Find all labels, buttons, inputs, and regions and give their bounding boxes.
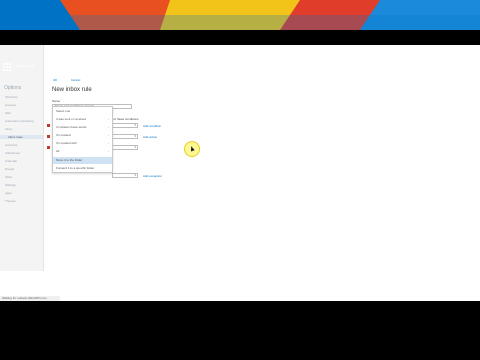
dropdown-item-label: Select one [56,109,71,113]
rail-item-other[interactable]: Other [5,175,13,179]
rail-item-general[interactable]: General [5,103,16,107]
left-rail: Options Shortcuts General Mail Automatic… [0,45,44,271]
remove-condition-1-icon[interactable] [47,124,50,127]
ok-button[interactable]: OK [53,78,57,82]
chevron-right-icon: › [108,117,109,121]
dropdown-item[interactable]: It's marked with › [53,140,112,147]
rail-item-inbox-rules[interactable]: Inbox rules [0,135,43,139]
chevron-right-icon: › [108,125,109,129]
dropdown-item-label: It's marked with [56,141,77,145]
dropdown-item[interactable]: Forward it to a specific folder [53,165,112,172]
dropdown-item-label: Move it to the folder [56,158,83,162]
rail-item-shortcuts[interactable]: Shortcuts [5,95,18,99]
status-bar: Waiting for outlook.office365.com... [0,296,60,301]
page-title: New inbox rule [52,87,92,93]
settings-icon[interactable] [402,63,407,68]
chevron-down-icon: ▾ [134,173,136,177]
chevron-right-icon: › [108,133,109,137]
dropdown-item-label: It was sent or received [56,117,87,121]
dropdown-item-label: It includes these words [56,125,87,129]
rail-item-calendar[interactable]: Calendar [5,159,17,163]
rail-item-accounts[interactable]: Accounts [5,143,17,147]
rail-item-people[interactable]: People [5,167,14,171]
exception-select[interactable]: ▾ [112,173,138,178]
dropdown-item-label: Forward it to a specific folder [56,166,95,170]
add-condition-link[interactable]: Add condition [143,124,161,128]
top-banner [0,0,480,30]
add-exception-link[interactable]: Add exception [143,174,162,178]
rail-item-attachment[interactable]: Attachment [5,151,20,155]
chevron-down-icon: ▾ [134,145,136,149]
dropdown-item-label: It's marked [56,133,71,137]
rail-heading: Options [4,85,22,91]
dropdown-item[interactable]: It was sent or received › [53,116,112,123]
name-label: Name [52,99,61,103]
rail-item-settings[interactable]: Settings [5,183,16,187]
chevron-right-icon: › [108,149,109,153]
dropdown-item[interactable]: It includes these words › [53,124,112,131]
avatar[interactable] [465,63,470,68]
banner-graphic [0,0,480,30]
chevron-down-icon: ▾ [134,123,136,127]
notifications-icon[interactable] [391,63,396,68]
app-launcher-icon[interactable] [3,63,11,71]
rail-item-automatic-processing[interactable]: Automatic processing [5,119,34,123]
dropdown-item-highlighted[interactable]: Move it to the folder [53,157,112,164]
dropdown-item[interactable]: Select one [53,108,112,115]
section-name[interactable]: Outlook [44,63,58,68]
rail-item-apps[interactable]: Apps [5,191,12,195]
cancel-button[interactable]: Cancel [71,78,80,82]
help-icon[interactable] [413,63,418,68]
rail-item-themes[interactable]: Themes [5,199,16,203]
dropdown-item-label: All [56,149,60,153]
dropdown-item[interactable]: It's marked › [53,132,112,139]
chevron-down-icon: ▾ [134,134,136,138]
dropdown-item[interactable]: All › [53,148,112,155]
screen: Options Shortcuts General Mail Automatic… [0,45,480,301]
rail-item-inbox[interactable]: Inbox [5,127,12,131]
app-name[interactable]: Office 365 [16,63,34,68]
rail-item-mail[interactable]: Mail [5,111,11,115]
chevron-right-icon: › [108,141,109,145]
user-name[interactable]: Carla Fag [425,63,443,68]
add-action-link[interactable]: Add action [143,135,157,139]
action-dropdown-menu[interactable]: Select one It was sent or received › It i… [52,106,113,173]
remove-action-icon[interactable] [47,146,50,149]
remove-condition-2-icon[interactable] [47,135,50,138]
